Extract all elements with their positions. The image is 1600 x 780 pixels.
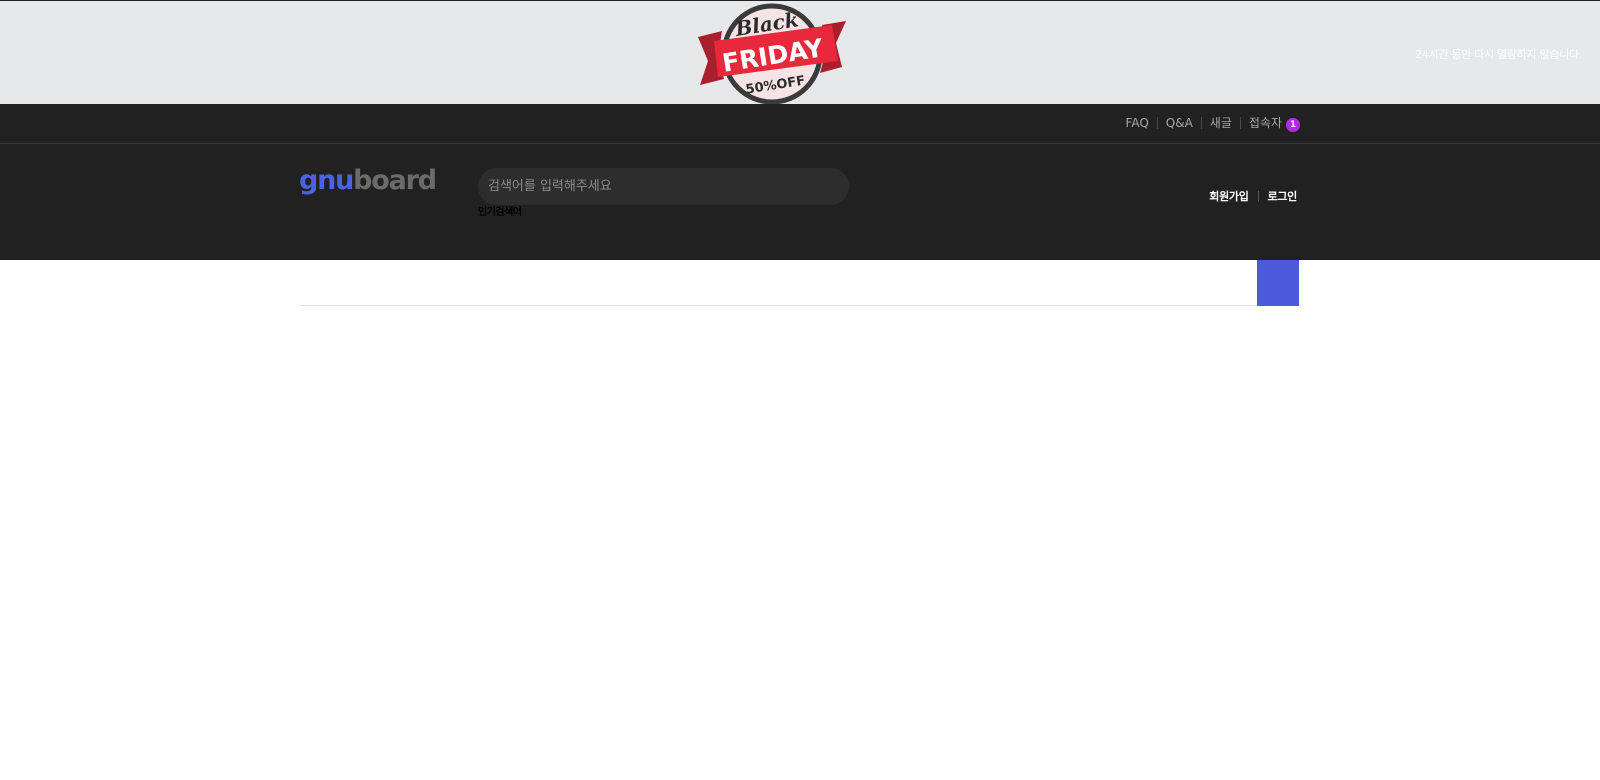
logo-text-gnu: gnu bbox=[299, 165, 354, 196]
site-header: FAQ Q&A 새글 접속자 1 gnuboard 인기검색어 회원가입 bbox=[0, 104, 1600, 260]
tnb-item-qa: Q&A bbox=[1166, 113, 1193, 133]
new-posts-link[interactable]: 새글 bbox=[1210, 113, 1232, 133]
member-separator bbox=[1257, 190, 1259, 202]
visitor-count-badge: 1 bbox=[1286, 118, 1300, 132]
site-logo[interactable]: gnuboard bbox=[299, 165, 437, 196]
tnb-separator bbox=[1239, 117, 1241, 129]
promo-banner: Black FRIDAY 50%OFF 24시간 동안 다시 열람하지 않습니다… bbox=[0, 0, 1600, 104]
logo-text-board: board bbox=[353, 165, 437, 196]
tnb-item-visitors: 접속자 1 bbox=[1249, 113, 1300, 133]
main-nav bbox=[299, 260, 1299, 306]
top-nav-bar: FAQ Q&A 새글 접속자 1 bbox=[0, 104, 1600, 144]
all-menu-button[interactable] bbox=[1257, 260, 1299, 306]
tnb-separator bbox=[1156, 117, 1158, 129]
visitors-link[interactable]: 접속자 1 bbox=[1249, 113, 1300, 133]
promo-close-button[interactable]: 24시간 동안 다시 열람하지 않습니다. bbox=[1415, 46, 1582, 62]
faq-link[interactable]: FAQ bbox=[1126, 113, 1149, 133]
tnb-item-faq: FAQ bbox=[1126, 113, 1149, 133]
tnb-separator bbox=[1200, 117, 1202, 129]
top-nav-list: FAQ Q&A 새글 접속자 1 bbox=[1126, 113, 1300, 133]
popular-keywords-heading: 인기검색어 bbox=[478, 207, 522, 218]
visitors-label: 접속자 bbox=[1248, 116, 1282, 130]
qa-link[interactable]: Q&A bbox=[1166, 113, 1193, 133]
member-links: 회원가입 로그인 bbox=[1209, 188, 1297, 204]
tnb-item-new-posts: 새글 bbox=[1210, 113, 1232, 133]
login-link[interactable]: 로그인 bbox=[1268, 188, 1298, 204]
search-input[interactable] bbox=[478, 168, 849, 205]
join-link[interactable]: 회원가입 bbox=[1209, 188, 1249, 204]
search-box bbox=[478, 168, 849, 205]
black-friday-badge[interactable]: Black FRIDAY 50%OFF bbox=[692, 1, 852, 104]
